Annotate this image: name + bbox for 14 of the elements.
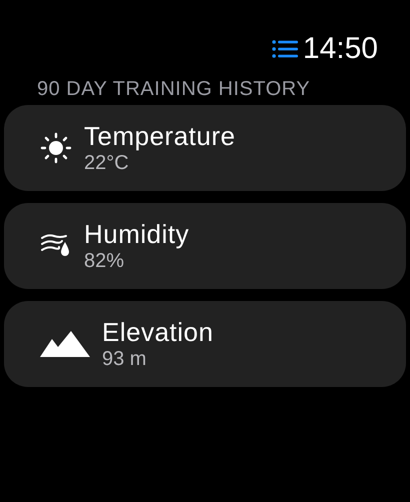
metric-title: Temperature [84,121,236,151]
metric-card[interactable]: Temperature 22°C [4,105,406,191]
section-header: 90 DAY TRAINING HISTORY [36,77,312,102]
metric-card[interactable]: Humidity 82% [4,203,406,289]
metric-value: 22°C [84,151,130,175]
mountains-icon [40,331,90,357]
metric-card[interactable]: Elevation 93 m [4,301,406,387]
sun-icon [40,132,72,164]
metric-title: Humidity [84,219,190,249]
list-icon[interactable] [270,39,299,59]
clock-time: 14:50 [302,32,378,66]
metric-title: Elevation [102,317,214,347]
metric-value: 82% [84,249,126,273]
metric-value: 93 m [102,347,148,371]
